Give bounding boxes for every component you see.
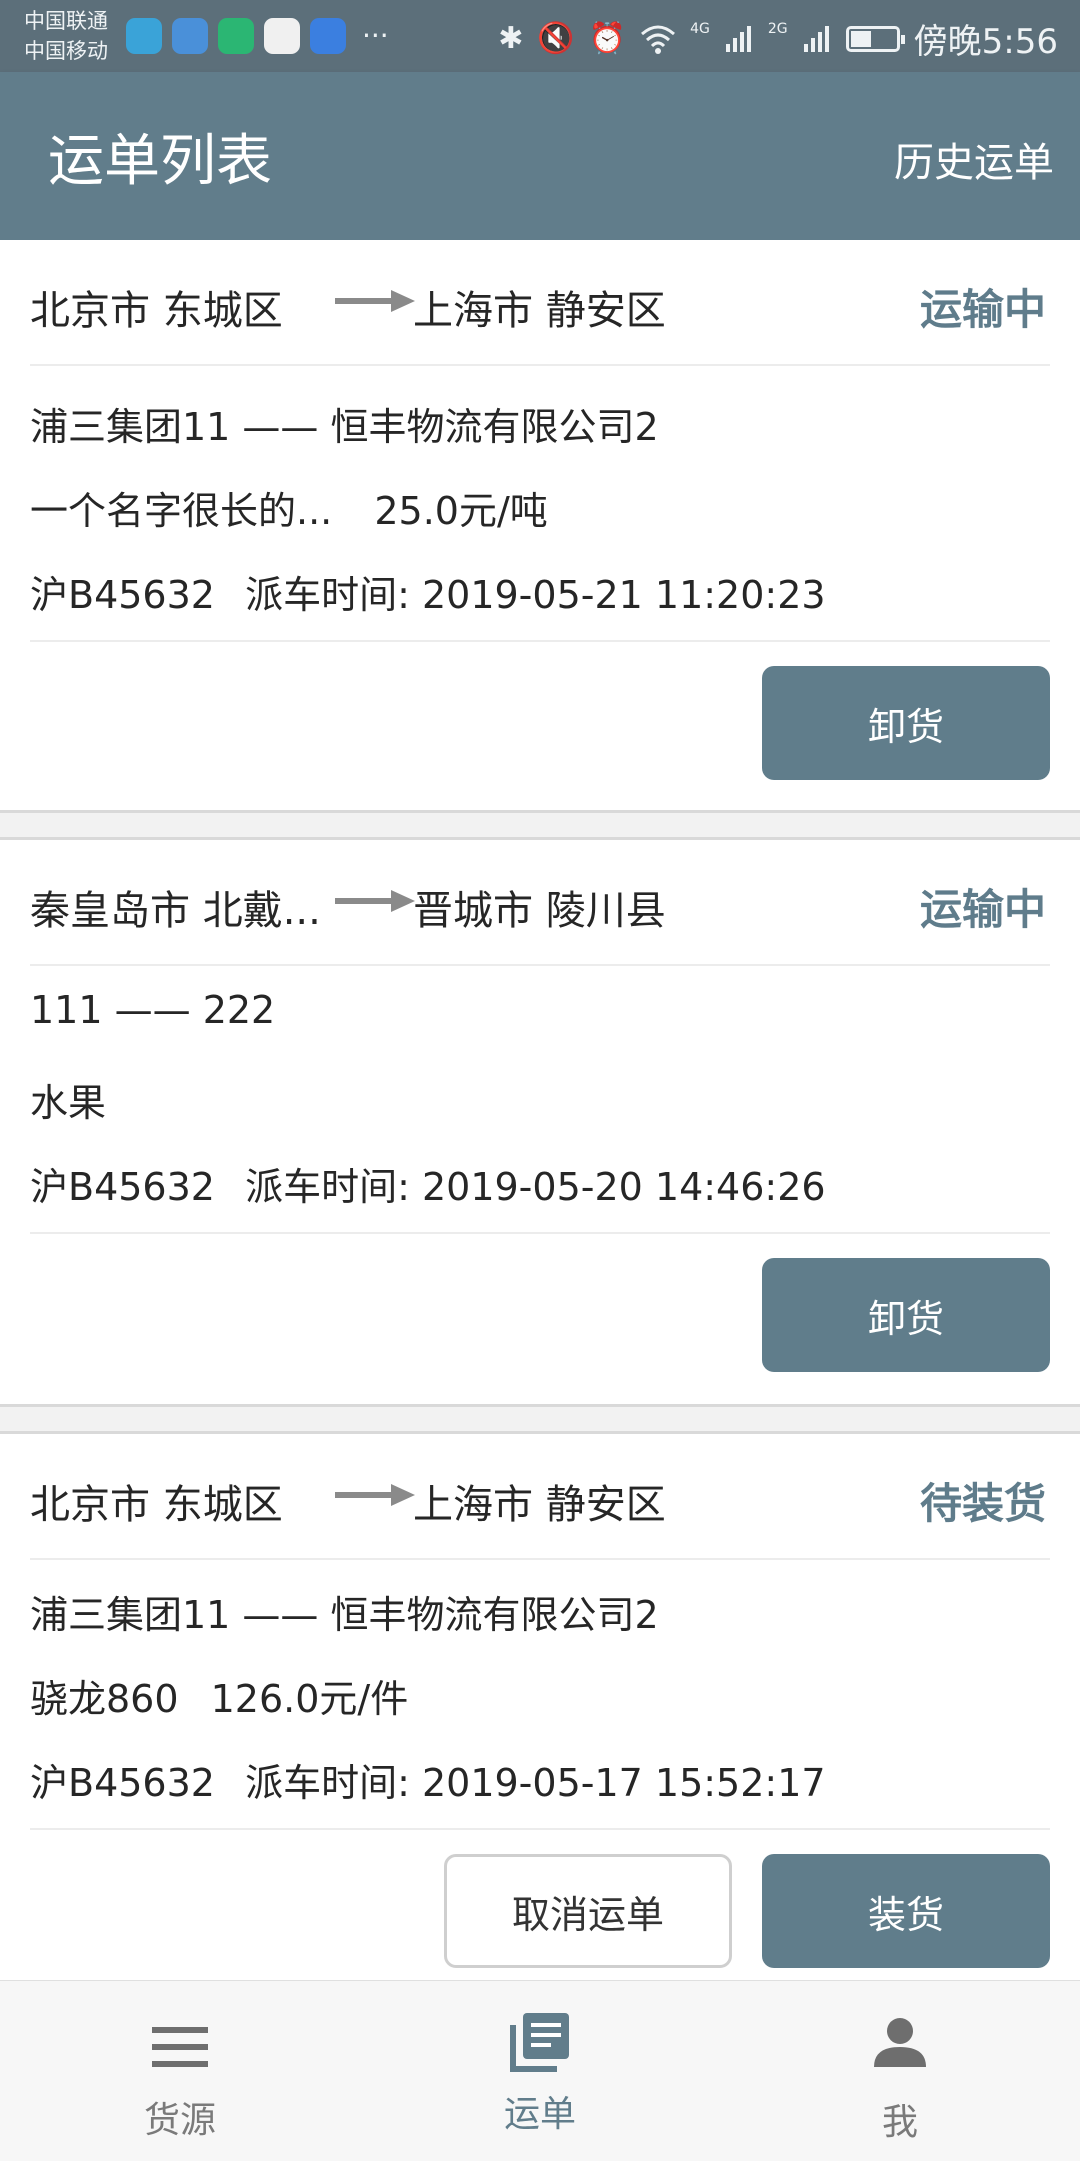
bluetooth-icon: ✱	[498, 20, 524, 56]
dispatch-time: 2019-05-20 14:46:26	[421, 1165, 826, 1209]
plate-number: 沪B45632	[30, 573, 215, 617]
divider	[30, 1828, 1050, 1830]
route-origin: 北京市 东城区	[30, 288, 283, 334]
page-title: 运单列表	[48, 129, 272, 194]
price: 25.0元/吨	[374, 489, 548, 533]
unload-button[interactable]: 卸货	[762, 1258, 1050, 1372]
carrier-info: 中国联通 中国移动	[24, 6, 108, 66]
bottom-navigation: 货源 运单 我	[0, 1980, 1080, 2161]
price: 126.0元/件	[210, 1677, 409, 1721]
route-row: 秦皇岛市 北戴... 晋城市 陵川县 运输中	[30, 840, 1050, 966]
person-icon	[874, 2018, 926, 2067]
network-4g-label: 4G	[690, 20, 710, 37]
divider	[30, 640, 1050, 642]
order-dispatch-line: 沪B45632 派车时间: 2019-05-17 15:52:17	[30, 1752, 826, 1807]
status-badge: 待装货	[919, 1479, 1046, 1528]
card-separator	[0, 810, 1080, 840]
dispatch-label: 派车时间:	[245, 1761, 410, 1805]
route-row: 北京市 东城区 上海市 静安区 待装货	[30, 1434, 1050, 1560]
route-row: 北京市 东城区 上海市 静安区 运输中	[30, 240, 1050, 366]
network-2g-label: 2G	[767, 20, 788, 37]
status-badge: 运输中	[919, 885, 1046, 934]
more-notifications-icon: ···	[362, 19, 389, 52]
app-header: 运单列表 历史运单	[0, 72, 1080, 240]
status-bar: 中国联通 中国移动 ··· ✱ 🔇 ⏰ 4G 2G 傍晚5:56	[0, 0, 1080, 72]
load-button[interactable]: 装货	[762, 1854, 1050, 1968]
nav-label: 运单	[503, 2094, 576, 2135]
nav-item-orders[interactable]: 运单	[440, 1981, 640, 2161]
signal-2-icon	[803, 25, 829, 52]
route-destination: 上海市 静安区	[413, 288, 666, 334]
divider	[30, 1232, 1050, 1234]
order-goods-line: 一个名字很长的... 25.0元/吨	[30, 480, 548, 535]
unload-button[interactable]: 卸货	[762, 666, 1050, 780]
route-origin: 北京市 东城区	[30, 1482, 283, 1528]
goods-name: 骁龙860	[30, 1677, 179, 1721]
order-parties: 浦三集团11 —— 恒丰物流有限公司2	[30, 1593, 659, 1637]
plate-number: 沪B45632	[30, 1165, 215, 1209]
alarm-icon: ⏰	[588, 20, 627, 56]
battery-level	[850, 30, 871, 47]
route-arrow-icon	[335, 1484, 415, 1506]
route-arrow-icon	[335, 890, 415, 912]
battery-icon	[845, 25, 905, 52]
dispatch-label: 派车时间:	[245, 1165, 410, 1209]
nav-label: 我	[881, 2102, 918, 2143]
order-card: 北京市 东城区 上海市 静安区 待装货 浦三集团11 —— 恒丰物流有限公司2 …	[0, 1434, 1080, 1980]
video-notification-icon	[218, 18, 254, 54]
nav-label: 货源	[143, 2100, 216, 2141]
notification-icons: ···	[126, 18, 389, 54]
carrier-1: 中国联通	[24, 9, 108, 33]
app-notification-icon	[126, 18, 162, 54]
nav-item-me[interactable]: 我	[800, 1981, 1000, 2161]
history-orders-link[interactable]: 历史运单	[894, 130, 1054, 188]
wifi-icon	[641, 25, 676, 54]
dispatch-time: 2019-05-17 15:52:17	[421, 1761, 826, 1805]
order-card: 北京市 东城区 上海市 静安区 运输中 浦三集团11 —— 恒丰物流有限公司2 …	[0, 240, 1080, 810]
order-goods-line: 骁龙860 126.0元/件	[30, 1668, 408, 1723]
route-arrow-icon	[335, 290, 415, 312]
status-badge: 运输中	[919, 285, 1046, 334]
wallet-notification-icon	[172, 18, 208, 54]
browser-notification-icon	[264, 18, 300, 54]
nav-item-goods-source[interactable]: 货源	[80, 1981, 280, 2161]
carrier-2: 中国移动	[24, 39, 108, 63]
signal-1-icon	[725, 25, 751, 52]
route-destination: 上海市 静安区	[413, 1482, 666, 1528]
menu-lines-icon	[152, 2027, 208, 2067]
card-separator	[0, 1404, 1080, 1434]
order-dispatch-line: 沪B45632 派车时间: 2019-05-21 11:20:23	[30, 564, 826, 619]
goods-name: 一个名字很长的...	[30, 489, 333, 533]
order-goods-line: 水果	[30, 1072, 106, 1127]
document-stack-icon	[510, 2013, 569, 2072]
dispatch-time: 2019-05-21 11:20:23	[421, 573, 826, 617]
goods-name: 水果	[30, 1081, 107, 1125]
dispatch-label: 派车时间:	[245, 573, 410, 617]
order-parties: 111 —— 222	[30, 988, 276, 1032]
plate-number: 沪B45632	[30, 1761, 215, 1805]
order-card: 秦皇岛市 北戴... 晋城市 陵川县 运输中 111 —— 222 水果 沪B4…	[0, 840, 1080, 1404]
route-destination: 晋城市 陵川县	[413, 888, 666, 934]
route-origin: 秦皇岛市 北戴...	[30, 888, 321, 934]
order-dispatch-line: 沪B45632 派车时间: 2019-05-20 14:46:26	[30, 1156, 826, 1211]
order-parties: 浦三集团11 —— 恒丰物流有限公司2	[30, 405, 659, 449]
baidu-notification-icon	[310, 18, 346, 54]
cancel-order-button[interactable]: 取消运单	[444, 1854, 732, 1968]
clock: 傍晚5:56	[913, 22, 1058, 62]
mute-icon: 🔇	[537, 20, 575, 56]
